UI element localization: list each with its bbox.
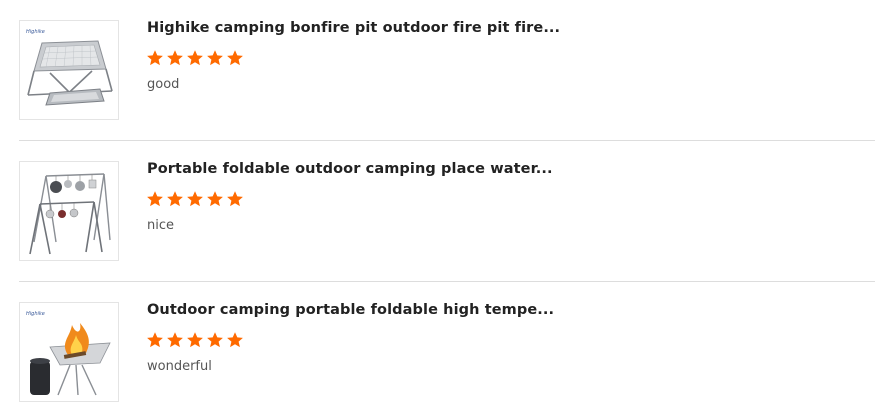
- star-icon: [227, 50, 243, 66]
- star-icon: [207, 191, 223, 207]
- star-rating: [146, 190, 244, 208]
- svg-text:Highike: Highike: [26, 311, 45, 317]
- star-icon: [227, 332, 243, 348]
- star-rating: [146, 331, 244, 349]
- star-icon: [187, 191, 203, 207]
- fire-stand-product-image[interactable]: Highike: [19, 302, 119, 402]
- star-rating: [146, 49, 244, 67]
- hanging-rack-image-icon: [20, 162, 118, 260]
- product-title[interactable]: Outdoor camping portable foldable high t…: [147, 302, 554, 318]
- review-comment: good: [147, 77, 180, 92]
- star-icon: [147, 191, 163, 207]
- star-icon: [207, 332, 223, 348]
- fire-pit-product-image[interactable]: Highike: [19, 20, 119, 120]
- star-icon: [167, 50, 183, 66]
- star-icon: [187, 50, 203, 66]
- product-title[interactable]: Highike camping bonfire pit outdoor fire…: [147, 20, 560, 36]
- star-icon: [147, 50, 163, 66]
- review-item: Highike Highike camping bonfire pit outd…: [0, 0, 875, 141]
- star-icon: [167, 332, 183, 348]
- svg-text:Highike: Highike: [26, 29, 45, 35]
- star-icon: [207, 50, 223, 66]
- hanging-rack-product-image[interactable]: [19, 161, 119, 261]
- review-item: Portable foldable outdoor camping place …: [0, 141, 875, 282]
- fire-pit-image-icon: Highike: [20, 21, 118, 119]
- review-item: Highike Outdoor camping portable foldabl…: [0, 282, 875, 420]
- review-comment: wonderful: [147, 359, 212, 374]
- review-comment: nice: [147, 218, 174, 233]
- star-icon: [167, 191, 183, 207]
- star-icon: [187, 332, 203, 348]
- star-icon: [227, 191, 243, 207]
- star-icon: [147, 332, 163, 348]
- fire-stand-image-icon: Highike: [20, 303, 118, 401]
- product-title[interactable]: Portable foldable outdoor camping place …: [147, 161, 553, 177]
